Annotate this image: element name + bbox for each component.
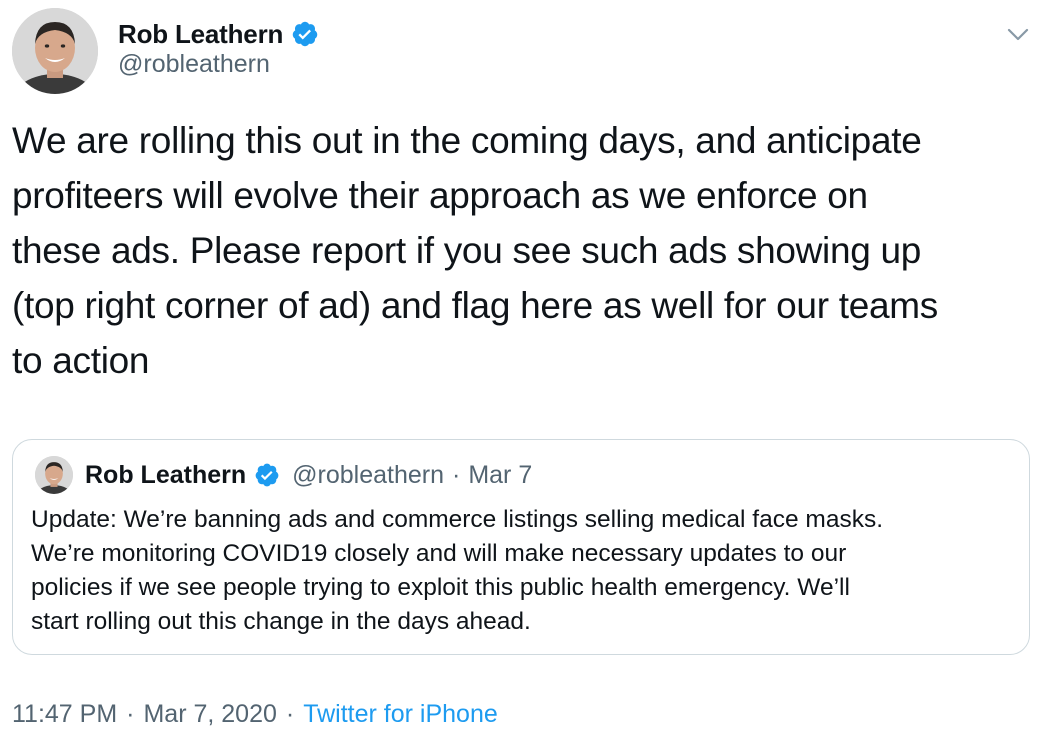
author-handle[interactable]: @robleathern	[118, 50, 270, 79]
footer-separator: ·	[126, 700, 135, 728]
quoted-tweet-text: Update: We’re banning ads and commerce l…	[31, 506, 884, 635]
verified-badge-icon	[291, 20, 319, 48]
avatar-photo-icon	[35, 456, 73, 494]
footer-separator: ·	[285, 700, 295, 728]
tweet: Rob Leathern @robleathern We are rolling…	[0, 0, 1056, 746]
verified-badge-icon	[254, 462, 280, 488]
quoted-tweet-card[interactable]: Rob Leathern @robleathern · Mar 7 Update…	[12, 439, 1030, 655]
meta-separator: ·	[451, 460, 461, 489]
quoted-author-display-name: Rob Leathern	[85, 460, 247, 489]
quoted-author-avatar	[35, 456, 73, 494]
quoted-author-handle: @robleathern	[292, 460, 444, 489]
author-name-row[interactable]: Rob Leathern	[118, 14, 319, 54]
tweet-date[interactable]: Mar 7, 2020	[143, 700, 276, 729]
author-avatar[interactable]	[12, 8, 98, 94]
chevron-down-icon	[1007, 28, 1029, 41]
tweet-source-link[interactable]: Twitter for iPhone	[303, 700, 498, 729]
tweet-menu-button[interactable]	[1004, 20, 1032, 48]
quoted-tweet-date: Mar 7	[468, 460, 533, 489]
quoted-tweet-header: Rob Leathern @robleathern · Mar 7	[35, 454, 532, 496]
avatar-photo-icon	[12, 8, 98, 94]
tweet-text: We are rolling this out in the coming da…	[12, 120, 938, 381]
tweet-timestamp-row: 11:47 PM · Mar 7, 2020 · Twitter for iPh…	[12, 700, 498, 729]
author-display-name[interactable]: Rob Leathern	[118, 19, 283, 50]
quoted-tweet-meta: @robleathern · Mar 7	[292, 461, 532, 490]
tweet-time[interactable]: 11:47 PM	[12, 700, 117, 729]
